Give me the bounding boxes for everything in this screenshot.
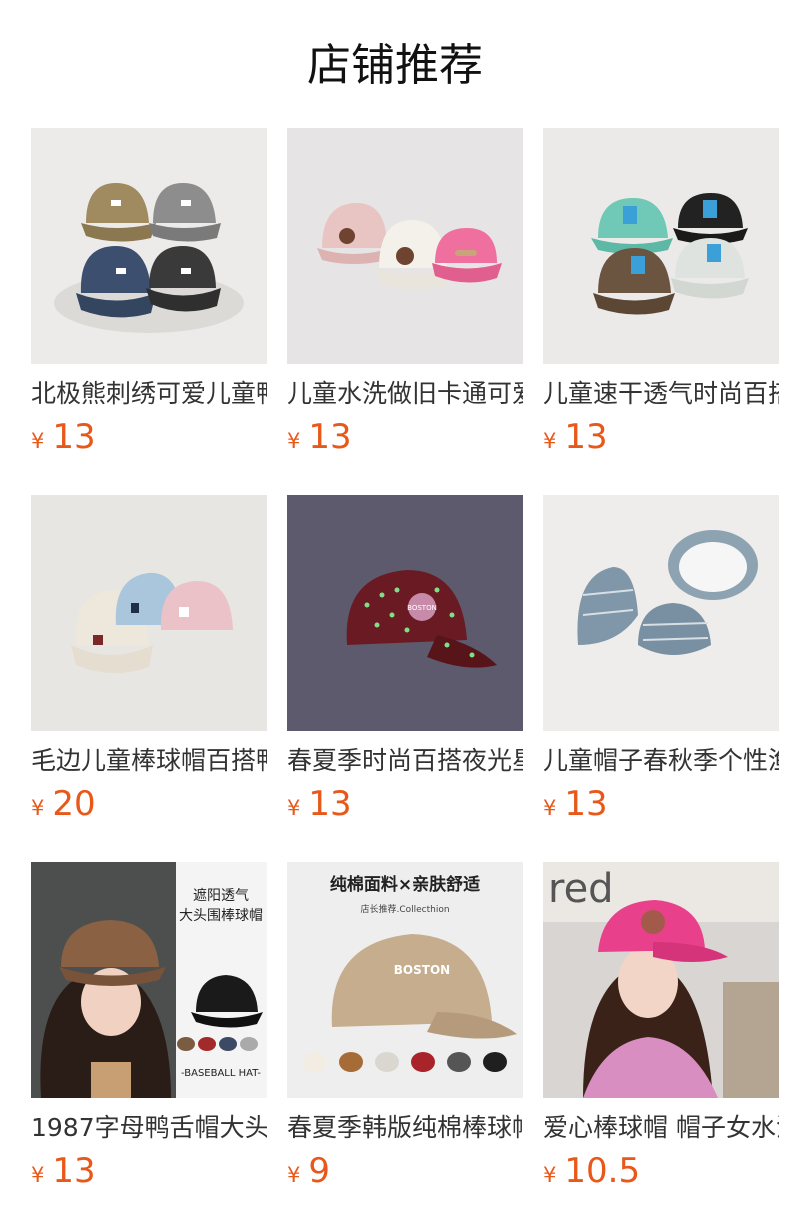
product-price: ¥13	[543, 784, 779, 824]
patch-text: BOSTON	[407, 604, 437, 612]
product-image[interactable]: 遮阳透气 大头围棒球帽 -BASEBALL HAT-	[31, 862, 267, 1098]
price-value: 20	[52, 784, 96, 824]
product-image[interactable]: 纯棉面料×亲肤舒适 店长推荐.Collecthion BOSTON	[287, 862, 523, 1098]
product-card[interactable]: 儿童帽子春秋季个性渔夫帽 ¥13	[543, 495, 779, 824]
sign-text: red	[548, 866, 614, 912]
product-name[interactable]: 儿童水洗做旧卡通可爱棒球帽	[287, 377, 523, 411]
price-value: 13	[308, 417, 352, 457]
currency-symbol: ¥	[287, 1163, 301, 1187]
product-card[interactable]: red 爱心棒球帽 帽子女水洗 ¥10.5	[543, 862, 779, 1191]
product-image[interactable]: red	[543, 862, 779, 1098]
product-price: ¥9	[287, 1151, 523, 1191]
price-value: 10.5	[564, 1151, 641, 1191]
image-headline: 纯棉面料×亲肤舒适	[330, 874, 480, 895]
product-image[interactable]	[287, 128, 523, 364]
image-caption-2: 大头围棒球帽	[179, 908, 263, 924]
product-price: ¥13	[31, 1151, 267, 1191]
product-name[interactable]: 毛边儿童棒球帽百搭鸭舌帽	[31, 744, 267, 778]
section-title: 店铺推荐	[307, 40, 483, 91]
product-image[interactable]	[543, 495, 779, 731]
product-card[interactable]: BOSTON 春夏季时尚百搭夜光星星棒球帽 ¥13	[287, 495, 523, 824]
currency-symbol: ¥	[31, 1163, 45, 1187]
product-card[interactable]: 儿童水洗做旧卡通可爱棒球帽 ¥13	[287, 128, 523, 457]
product-card[interactable]: 毛边儿童棒球帽百搭鸭舌帽 ¥20	[31, 495, 267, 824]
price-value: 13	[52, 417, 96, 457]
product-card[interactable]: 纯棉面料×亲肤舒适 店长推荐.Collecthion BOSTON 春夏季韩版纯…	[287, 862, 523, 1191]
product-card[interactable]: 儿童速干透气时尚百搭棒球帽 ¥13	[543, 128, 779, 457]
price-value: 13	[308, 784, 352, 824]
product-name[interactable]: 春夏季韩版纯棉棒球帽	[287, 1111, 523, 1145]
product-price: ¥10.5	[543, 1151, 779, 1191]
currency-symbol: ¥	[543, 1163, 557, 1187]
cap-print: BOSTON	[394, 963, 450, 977]
currency-symbol: ¥	[287, 429, 301, 453]
currency-symbol: ¥	[31, 429, 45, 453]
currency-symbol: ¥	[543, 796, 557, 820]
currency-symbol: ¥	[287, 796, 301, 820]
product-image[interactable]	[31, 495, 267, 731]
product-name[interactable]: 春夏季时尚百搭夜光星星棒球帽	[287, 744, 523, 778]
currency-symbol: ¥	[543, 429, 557, 453]
price-value: 13	[564, 417, 608, 457]
product-name[interactable]: 爱心棒球帽 帽子女水洗	[543, 1111, 779, 1145]
product-card[interactable]: 北极熊刺绣可爱儿童鸭舌帽 ¥13	[31, 128, 267, 457]
image-subhead: 店长推荐.Collecthion	[360, 903, 449, 915]
product-name[interactable]: 儿童帽子春秋季个性渔夫帽	[543, 744, 779, 778]
price-value: 9	[308, 1151, 331, 1191]
product-image[interactable]: BOSTON	[287, 495, 523, 731]
product-name[interactable]: 儿童速干透气时尚百搭棒球帽	[543, 377, 779, 411]
currency-symbol: ¥	[31, 796, 45, 820]
product-image[interactable]	[543, 128, 779, 364]
price-value: 13	[564, 784, 608, 824]
product-name[interactable]: 北极熊刺绣可爱儿童鸭舌帽	[31, 377, 267, 411]
product-card[interactable]: 遮阳透气 大头围棒球帽 -BASEBALL HAT- 1987字母鸭舌帽大头围棒…	[31, 862, 267, 1191]
product-price: ¥13	[31, 417, 267, 457]
product-image[interactable]	[31, 128, 267, 364]
image-caption-1: 遮阳透气	[193, 888, 249, 904]
price-value: 13	[52, 1151, 96, 1191]
product-price: ¥13	[287, 417, 523, 457]
product-name[interactable]: 1987字母鸭舌帽大头围棒球帽	[31, 1111, 267, 1145]
product-price: ¥13	[543, 417, 779, 457]
product-price: ¥13	[287, 784, 523, 824]
product-price: ¥20	[31, 784, 267, 824]
image-footer: -BASEBALL HAT-	[181, 1068, 261, 1079]
